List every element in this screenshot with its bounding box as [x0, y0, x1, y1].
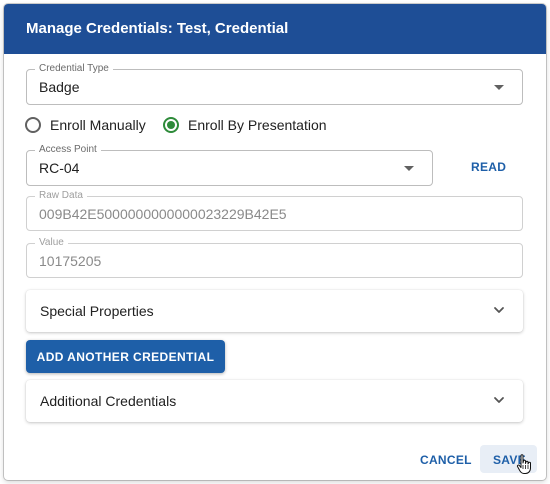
raw-data-field[interactable]: Raw Data 009B42E5000000000000023229B42E5: [26, 190, 523, 231]
additional-credentials-title: Additional Credentials: [40, 393, 177, 409]
manage-credentials-dialog: Manage Credentials: Test, Credential Cre…: [4, 4, 546, 480]
read-button[interactable]: READ: [471, 160, 506, 174]
add-another-credential-button[interactable]: ADD ANOTHER CREDENTIAL: [26, 340, 225, 373]
value-field[interactable]: Value 10175205: [26, 237, 523, 278]
enroll-by-presentation-label: Enroll By Presentation: [188, 117, 327, 133]
caret-down-icon: [494, 85, 504, 90]
credential-type-label: Credential Type: [35, 63, 113, 75]
value-value: 10175205: [39, 253, 102, 269]
raw-data-value: 009B42E5000000000000023229B42E5: [39, 206, 287, 222]
special-properties-title: Special Properties: [40, 303, 154, 319]
enroll-by-presentation-radio[interactable]: Enroll By Presentation: [163, 117, 327, 133]
chevron-down-icon: [494, 307, 504, 313]
dialog-title: Manage Credentials: Test, Credential: [26, 20, 289, 37]
save-button[interactable]: SAVE: [480, 445, 537, 474]
additional-credentials-panel[interactable]: Additional Credentials: [26, 380, 523, 422]
access-point-select[interactable]: Access Point RC-04: [26, 144, 433, 186]
chevron-down-icon: [494, 397, 504, 403]
caret-down-icon: [404, 166, 414, 171]
special-properties-panel[interactable]: Special Properties: [26, 290, 523, 332]
credential-type-value: Badge: [39, 79, 80, 95]
radio-checked-icon: [163, 117, 179, 133]
value-label: Value: [35, 237, 68, 249]
radio-unchecked-icon: [25, 117, 41, 133]
raw-data-label: Raw Data: [35, 190, 87, 202]
credential-type-select[interactable]: Credential Type Badge: [26, 63, 523, 105]
enroll-manually-radio[interactable]: Enroll Manually: [25, 117, 146, 133]
access-point-value: RC-04: [39, 160, 80, 176]
access-point-label: Access Point: [35, 144, 101, 156]
cancel-button[interactable]: CANCEL: [420, 453, 472, 467]
dialog-header: Manage Credentials: Test, Credential: [4, 4, 546, 54]
enroll-manually-label: Enroll Manually: [50, 117, 146, 133]
hand-pointer-icon: [516, 454, 531, 474]
